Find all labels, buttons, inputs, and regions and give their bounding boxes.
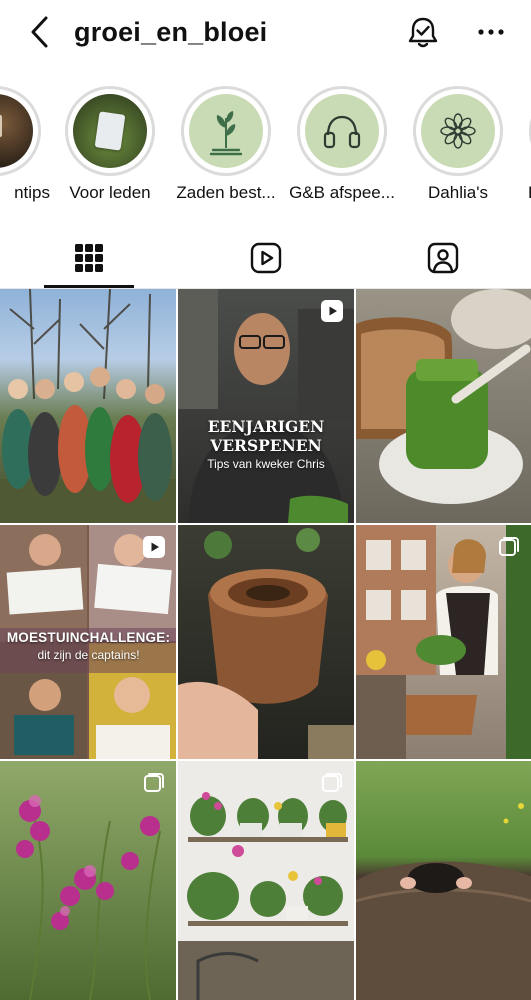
back-button[interactable] — [26, 14, 56, 50]
post-thumbnail[interactable] — [0, 289, 176, 523]
tab-posts[interactable] — [0, 228, 177, 288]
mole-image — [356, 803, 531, 1000]
highlight-item[interactable]: G&B afspee... — [286, 82, 396, 212]
profile-header: groei_en_bloei — [0, 0, 531, 66]
carousel-icon — [144, 773, 164, 792]
highlight-cover — [0, 94, 33, 168]
post-thumbnail[interactable] — [356, 289, 531, 523]
carousel-icon — [499, 537, 519, 556]
highlight-item[interactable]: K — [518, 82, 531, 212]
highlight-item[interactable]: Dahlia's — [402, 82, 512, 212]
sweet-peas-image — [16, 795, 161, 1000]
profile-tabs — [0, 228, 531, 288]
post-title: MOESTUINCHALLENGE: — [6, 630, 171, 645]
post-title-line2: VERSPENEN — [210, 436, 322, 455]
reel-badge — [320, 299, 344, 323]
group-photo-image — [0, 289, 176, 523]
highlight-cover — [189, 94, 263, 168]
plant-shelves-image — [178, 792, 354, 1000]
highlight-ring — [65, 86, 155, 176]
highlight-cover — [421, 94, 495, 168]
bell-check-icon — [408, 17, 438, 48]
reel-icon — [321, 300, 343, 322]
highlight-label: Zaden best... — [176, 183, 276, 202]
highlight-cover — [73, 94, 147, 168]
reel-badge — [142, 535, 166, 559]
seedling-icon — [209, 111, 243, 156]
profile-username: groei_en_bloei — [74, 17, 268, 47]
post-thumbnail[interactable] — [356, 761, 531, 1000]
more-options-button[interactable] — [474, 18, 508, 46]
grid-icon — [74, 244, 103, 272]
highlight-label: Dahlia's — [428, 183, 488, 202]
carousel-badge — [142, 771, 166, 795]
post-thumbnail[interactable] — [0, 761, 176, 1000]
post-thumbnail[interactable] — [178, 761, 354, 1000]
carousel-icon — [322, 773, 342, 792]
post-thumbnail[interactable] — [356, 525, 531, 759]
story-highlights: ntips Voor leden Zaden best... G&B afspe… — [0, 82, 531, 212]
highlight-label: ntips — [14, 183, 50, 202]
highlight-label: Voor leden — [69, 183, 151, 202]
post-thumbnail[interactable]: MOESTUINCHALLENGE: dit zijn de captains! — [0, 525, 176, 759]
highlight-item[interactable]: ntips — [0, 82, 50, 212]
highlight-ring — [0, 86, 41, 176]
balcony-photo-image — [356, 525, 531, 759]
reel-icon — [143, 536, 165, 558]
dahlia-icon — [440, 113, 476, 149]
headphones-icon — [323, 115, 361, 149]
tagged-icon — [427, 242, 458, 274]
notifications-button[interactable] — [405, 14, 441, 50]
post-subtitle: dit zijn de captains! — [37, 648, 140, 662]
pesto-photo-image — [356, 289, 531, 504]
tab-reels[interactable] — [177, 228, 354, 288]
post-thumbnail[interactable]: EENJARIGEN VERSPENEN Tips van kweker Chr… — [178, 289, 354, 523]
post-subtitle: Tips van kweker Chris — [207, 457, 325, 471]
highlight-ring — [181, 86, 271, 176]
paper-pot-image — [178, 528, 354, 759]
highlight-ring — [297, 86, 387, 176]
tab-tagged[interactable] — [354, 228, 531, 288]
more-horizontal-icon — [478, 29, 504, 35]
carousel-badge — [320, 771, 344, 795]
highlight-label: G&B afspee... — [289, 183, 395, 202]
carousel-badge — [497, 535, 521, 559]
highlight-item[interactable]: Zaden best... — [170, 82, 280, 212]
reels-icon — [250, 242, 281, 274]
post-thumbnail[interactable] — [178, 525, 354, 759]
highlight-ring — [413, 86, 503, 176]
highlight-cover — [305, 94, 379, 168]
posts-grid: EENJARIGEN VERSPENEN Tips van kweker Chr… — [0, 289, 531, 1000]
post-title-line1: EENJARIGEN — [207, 417, 325, 436]
highlight-item[interactable]: Voor leden — [54, 82, 164, 212]
chevron-left-icon — [31, 16, 48, 48]
kweker-photo-image — [178, 289, 354, 523]
